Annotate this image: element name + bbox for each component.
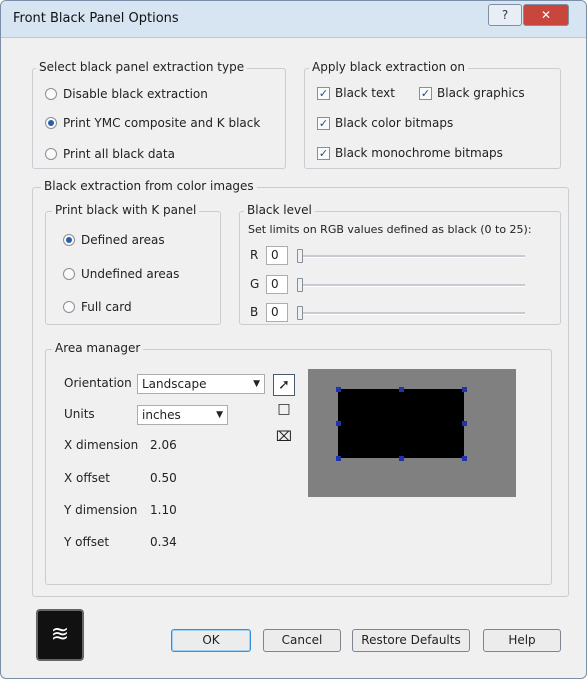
radio-defined-areas[interactable] bbox=[63, 234, 75, 246]
radio-ymc-composite[interactable] bbox=[45, 117, 57, 129]
check-color-bitmaps[interactable]: ✓ bbox=[317, 117, 330, 130]
check-monochrome-bitmaps-label: Black monochrome bitmaps bbox=[335, 146, 503, 160]
y-offset-value: 0.34 bbox=[150, 535, 177, 549]
units-select[interactable]: inches ▼ bbox=[137, 405, 228, 425]
orientation-label: Orientation bbox=[64, 376, 132, 390]
radio-disable-extraction[interactable] bbox=[45, 88, 57, 100]
defined-area-rect[interactable] bbox=[338, 389, 464, 458]
check-monochrome-bitmaps[interactable]: ✓ bbox=[317, 147, 330, 160]
check-black-text-label: Black text bbox=[335, 86, 395, 100]
radio-all-black-label: Print all black data bbox=[63, 147, 175, 161]
resize-handle[interactable] bbox=[462, 456, 467, 461]
help-title-button[interactable]: ? bbox=[488, 4, 522, 26]
radio-undefined-areas[interactable] bbox=[63, 268, 75, 280]
rectangle-tool-icon[interactable]: □ bbox=[273, 399, 295, 421]
chevron-down-icon: ▼ bbox=[216, 410, 223, 420]
resize-handle[interactable] bbox=[336, 456, 341, 461]
color-images-legend: Black extraction from color images bbox=[41, 179, 257, 193]
channel-g-slider-thumb[interactable] bbox=[297, 278, 303, 292]
radio-all-black[interactable] bbox=[45, 148, 57, 160]
channel-g-input[interactable]: 0 bbox=[266, 275, 288, 294]
k-panel-legend: Print black with K panel bbox=[52, 203, 200, 217]
restore-defaults-button[interactable]: Restore Defaults bbox=[352, 629, 470, 652]
radio-defined-areas-label: Defined areas bbox=[81, 233, 165, 247]
channel-b-input[interactable]: 0 bbox=[266, 303, 288, 322]
x-dimension-value: 2.06 bbox=[150, 438, 177, 452]
apply-on-legend: Apply black extraction on bbox=[309, 60, 468, 74]
extraction-type-legend: Select black panel extraction type bbox=[36, 60, 248, 74]
close-button[interactable]: ✕ bbox=[523, 4, 569, 26]
channel-r-label: R bbox=[250, 248, 259, 262]
orientation-select[interactable]: Landscape ▼ bbox=[137, 374, 265, 394]
resize-handle[interactable] bbox=[336, 387, 341, 392]
check-black-text[interactable]: ✓ bbox=[317, 87, 330, 100]
radio-full-card[interactable] bbox=[63, 301, 75, 313]
resize-handle[interactable] bbox=[462, 421, 467, 426]
units-value: inches bbox=[142, 408, 181, 422]
check-black-graphics-label: Black graphics bbox=[437, 86, 525, 100]
area-manager-legend: Area manager bbox=[52, 341, 144, 355]
channel-b-slider-track[interactable] bbox=[297, 312, 525, 315]
radio-undefined-areas-label: Undefined areas bbox=[81, 267, 180, 281]
zebra-logo-icon: ≋ bbox=[36, 609, 84, 661]
help-button[interactable]: Help bbox=[483, 629, 561, 652]
x-offset-value: 0.50 bbox=[150, 471, 177, 485]
channel-b-label: B bbox=[250, 305, 259, 319]
channel-g-label: G bbox=[250, 277, 260, 291]
dialog-window: Front Black Panel Options ? ✕ Select bla… bbox=[0, 0, 587, 679]
black-level-hint: Set limits on RGB values defined as blac… bbox=[248, 223, 532, 236]
channel-r-input[interactable]: 0 bbox=[266, 246, 288, 265]
resize-handle[interactable] bbox=[399, 387, 404, 392]
window-title: Front Black Panel Options bbox=[13, 11, 179, 26]
radio-full-card-label: Full card bbox=[81, 300, 132, 314]
channel-b-slider-thumb[interactable] bbox=[297, 306, 303, 320]
delete-area-icon[interactable]: ⌧ bbox=[273, 427, 295, 449]
x-dimension-label: X dimension bbox=[64, 438, 139, 452]
y-dimension-value: 1.10 bbox=[150, 503, 177, 517]
resize-handle[interactable] bbox=[336, 421, 341, 426]
orientation-value: Landscape bbox=[142, 377, 207, 391]
black-level-legend: Black level bbox=[244, 203, 315, 217]
pointer-tool-icon[interactable]: ➚ bbox=[273, 374, 295, 396]
ok-button[interactable]: OK bbox=[171, 629, 251, 652]
x-offset-label: X offset bbox=[64, 471, 110, 485]
channel-g-slider-track[interactable] bbox=[297, 284, 525, 287]
channel-r-slider-track[interactable] bbox=[297, 255, 525, 258]
cancel-button[interactable]: Cancel bbox=[263, 629, 341, 652]
y-offset-label: Y offset bbox=[64, 535, 110, 549]
title-bar[interactable]: Front Black Panel Options ? ✕ bbox=[1, 1, 586, 38]
resize-handle[interactable] bbox=[399, 456, 404, 461]
radio-disable-extraction-label: Disable black extraction bbox=[63, 87, 208, 101]
check-color-bitmaps-label: Black color bitmaps bbox=[335, 116, 454, 130]
chevron-down-icon: ▼ bbox=[253, 379, 260, 389]
resize-handle[interactable] bbox=[462, 387, 467, 392]
units-label: Units bbox=[64, 407, 95, 421]
radio-ymc-composite-label: Print YMC composite and K black bbox=[63, 116, 261, 130]
check-black-graphics[interactable]: ✓ bbox=[419, 87, 432, 100]
card-preview[interactable] bbox=[308, 369, 516, 497]
y-dimension-label: Y dimension bbox=[64, 503, 138, 517]
channel-r-slider-thumb[interactable] bbox=[297, 249, 303, 263]
